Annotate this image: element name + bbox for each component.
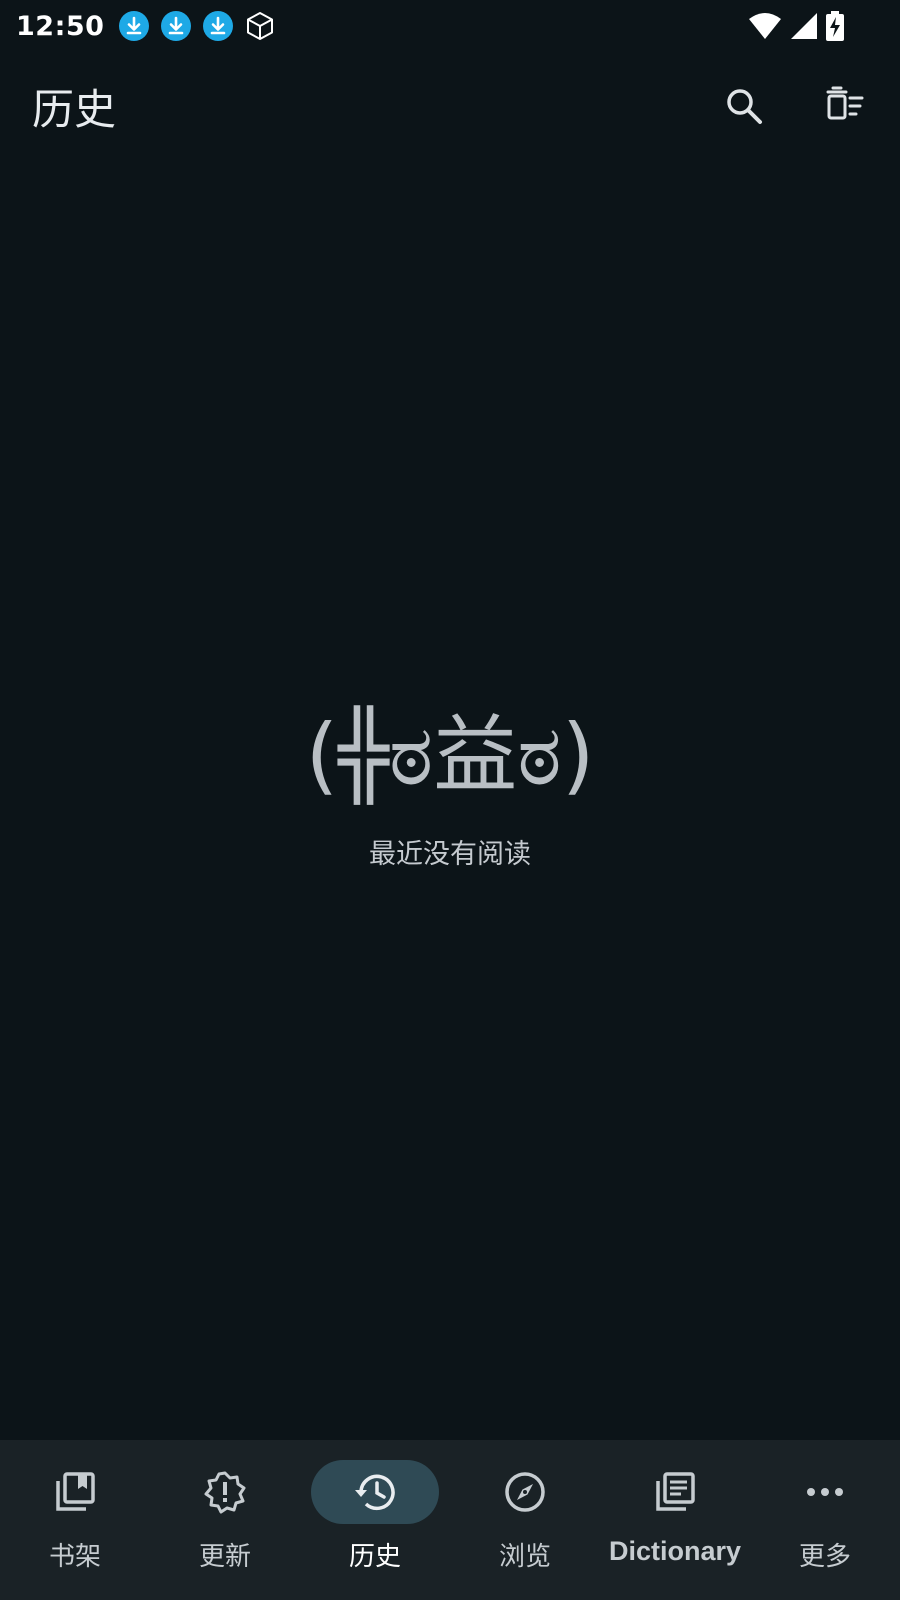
compass-icon	[505, 1472, 545, 1512]
app-bar-actions	[712, 74, 876, 138]
page-title: 历史	[32, 84, 117, 134]
history-icon	[355, 1474, 395, 1511]
status-bar: 12:50	[0, 0, 900, 52]
nav-item-dictionary[interactable]: Dictionary	[600, 1440, 750, 1600]
search-button[interactable]	[712, 74, 776, 138]
dictionary-icon	[656, 1472, 695, 1511]
delete-sweep-icon	[826, 86, 864, 120]
nav-item-browse[interactable]: 浏览	[450, 1440, 600, 1600]
search-icon	[727, 89, 762, 124]
nav-item-history[interactable]: 历史	[300, 1440, 450, 1600]
nav-icon-container	[761, 1460, 889, 1524]
wifi-icon	[749, 13, 781, 39]
cube-icon	[247, 12, 274, 40]
nav-label: 历史	[348, 1542, 401, 1572]
more-horizontal-icon	[807, 1488, 843, 1496]
status-left: 12:50	[16, 10, 276, 42]
nav-label: 更多	[798, 1542, 851, 1572]
nav-icon-container	[161, 1460, 289, 1524]
nav-label: 书架	[48, 1542, 101, 1572]
nav-item-library[interactable]: 书架	[0, 1440, 150, 1600]
app-bar: 历史	[0, 52, 900, 172]
empty-state: (╬ಠ益ಠ) 最近没有阅读	[0, 705, 900, 871]
status-time: 12:50	[16, 10, 105, 42]
empty-state-emoticon: (╬ಠ益ಠ)	[305, 706, 595, 804]
nav-active-indicator	[311, 1460, 439, 1524]
status-right	[748, 11, 844, 41]
library-icon	[56, 1472, 95, 1511]
clear-history-button[interactable]	[812, 74, 876, 138]
signal-icon	[791, 13, 817, 39]
updates-alert-icon	[204, 1471, 246, 1514]
download-icon	[203, 11, 234, 41]
battery-charging-icon	[826, 11, 844, 41]
download-icon	[161, 11, 192, 41]
nav-icon-container	[461, 1460, 589, 1524]
nav-icon-container	[11, 1460, 139, 1524]
nav-label: 浏览	[498, 1542, 551, 1572]
bottom-navigation: 书架 更新 历史 浏览 Dictionary 更多	[0, 1440, 900, 1600]
empty-state-message: 最近没有阅读	[369, 838, 531, 870]
nav-label: 更新	[198, 1542, 251, 1572]
nav-item-more[interactable]: 更多	[750, 1440, 900, 1600]
nav-label: Dictionary	[608, 1536, 742, 1566]
download-icon	[119, 11, 150, 41]
nav-item-updates[interactable]: 更新	[150, 1440, 300, 1600]
nav-icon-container	[611, 1460, 739, 1524]
